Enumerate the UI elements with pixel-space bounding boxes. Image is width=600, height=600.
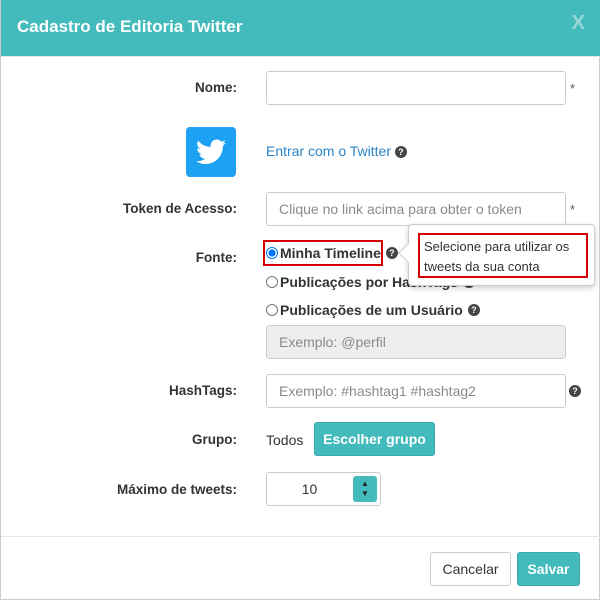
chevron-down-icon[interactable]: ▼ (353, 489, 377, 499)
tooltip: Selecione para utilizar os tweets da sua… (398, 224, 595, 286)
header-divider (1, 56, 600, 57)
token-input[interactable] (266, 192, 566, 226)
question-circle-icon[interactable]: ? (467, 304, 480, 316)
grupo-label: Grupo: (192, 432, 237, 447)
hashtags-input[interactable] (266, 374, 566, 408)
radio-button[interactable] (266, 304, 278, 316)
maximo-stepper[interactable]: 10 ▲ ▼ (266, 472, 381, 506)
escolher-grupo-button[interactable]: Escolher grupo (314, 422, 435, 456)
modal-header: Cadastro de Editoria Twitter X (1, 0, 600, 56)
close-icon[interactable]: X (572, 12, 585, 35)
question-circle-icon[interactable]: ? (569, 385, 581, 397)
radio-button[interactable] (266, 276, 278, 288)
save-button[interactable]: Salvar (517, 552, 580, 586)
twitter-login-link[interactable]: Entrar com o Twitter ? (266, 143, 407, 159)
modal-dialog: Cadastro de Editoria Twitter X Nome: * E… (0, 0, 600, 600)
footer-divider (1, 536, 600, 537)
nome-input[interactable] (266, 71, 566, 105)
tooltip-arrow (398, 243, 418, 263)
twitter-login-label: Entrar com o Twitter (266, 143, 392, 159)
chevron-up-icon[interactable]: ▲ (353, 479, 377, 489)
twitter-bird-icon (196, 139, 226, 164)
nome-label: Nome: (194, 80, 237, 95)
radio-usuario[interactable]: Publicações de um Usuário ? (266, 302, 480, 318)
radio-label: Publicações de um Usuário (280, 302, 463, 318)
perfil-input[interactable] (266, 325, 566, 359)
stepper-value: 10 (301, 481, 318, 497)
stepper-buttons[interactable]: ▲ ▼ (353, 476, 377, 502)
highlight-box (263, 240, 383, 266)
modal-title: Cadastro de Editoria Twitter (17, 17, 243, 36)
token-label: Token de Acesso: (122, 201, 237, 216)
required-mark: * (570, 81, 576, 96)
question-circle-icon[interactable]: ? (385, 247, 398, 259)
hashtags-label: HashTags: (168, 383, 237, 398)
required-mark: * (570, 202, 576, 217)
tooltip-text: Selecione para utilizar os tweets da sua… (418, 233, 588, 278)
fonte-label: Fonte: (195, 250, 237, 265)
maximo-label: Máximo de tweets: (116, 482, 237, 497)
twitter-logo-button[interactable] (186, 127, 236, 177)
cancel-button[interactable]: Cancelar (430, 552, 511, 586)
question-circle-icon[interactable]: ? (394, 146, 407, 159)
grupo-value: Todos (266, 432, 304, 448)
